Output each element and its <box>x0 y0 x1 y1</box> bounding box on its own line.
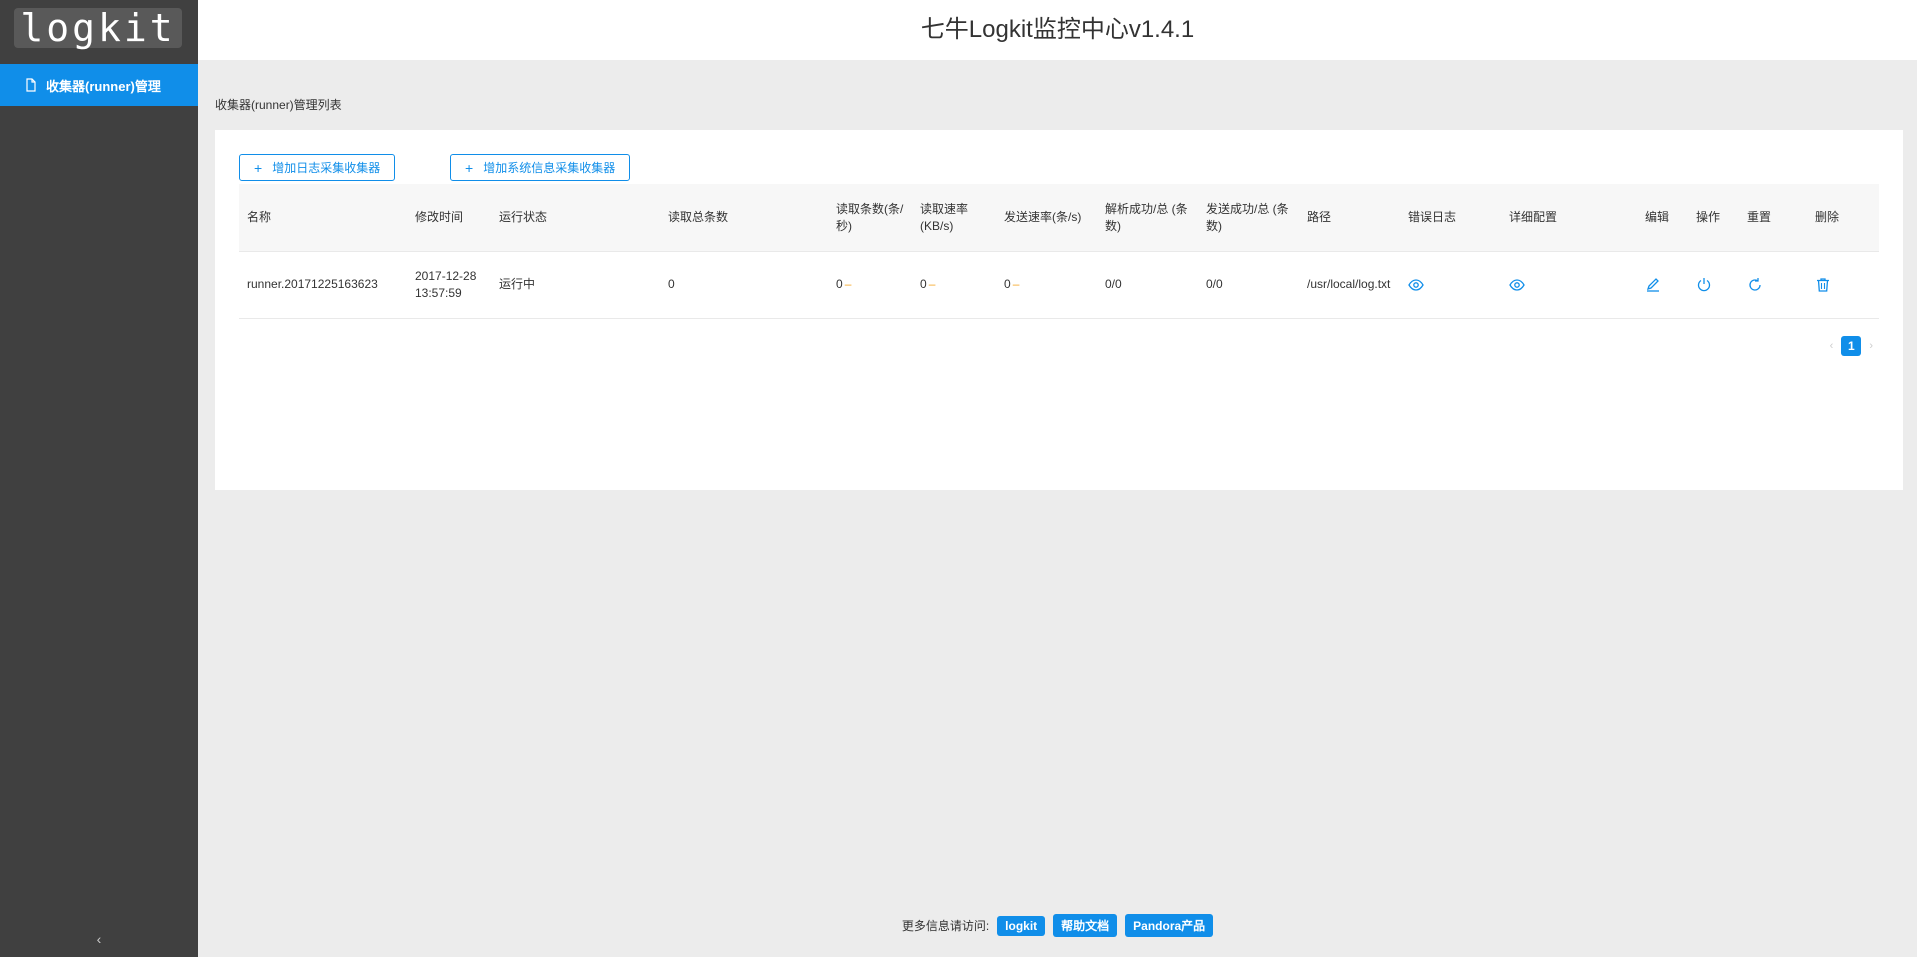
send-rate: 0– <box>996 251 1097 318</box>
column-header: 发送速率(条/s) <box>1004 210 1082 224</box>
column-header: 读取总条数 <box>668 210 729 224</box>
read-total: 0 <box>668 277 675 291</box>
power-icon[interactable] <box>1696 277 1712 293</box>
parse-success: 0/0 <box>1105 277 1122 291</box>
file-icon <box>26 78 36 92</box>
read-rate: 0– <box>828 251 912 318</box>
sidebar: logkit 收集器(runner)管理 ‹ <box>0 0 198 957</box>
footer-link-logkit[interactable]: logkit <box>997 915 1046 936</box>
table-row: runner.20171225163623 2017-12-28 13:57:5… <box>239 251 1879 319</box>
logkit-logo: logkit <box>14 8 182 48</box>
eye-icon[interactable] <box>1509 277 1525 293</box>
footer-link-help-docs[interactable]: 帮助文档 <box>1053 914 1118 937</box>
sidebar-item-label: 收集器(runner)管理 <box>46 78 161 94</box>
send-success: 0/0 <box>1206 277 1223 291</box>
trend-mark: – <box>844 277 852 291</box>
read-rate-value: 0 <box>836 277 843 291</box>
reload-icon[interactable] <box>1747 277 1763 293</box>
table-header: 名称 修改时间 运行状态 读取总条数 读取条数(条/秒) 读取速率(KB/s) … <box>239 184 1879 252</box>
column-header: 操作 <box>1696 210 1721 224</box>
chevron-right-icon[interactable]: › <box>1869 340 1873 352</box>
run-status: 运行中 <box>499 277 536 291</box>
add-log-collector-label: 增加日志采集收集器 <box>272 161 381 175</box>
add-log-collector-button[interactable]: + 增加日志采集收集器 <box>239 154 396 181</box>
column-header: 编辑 <box>1645 210 1670 224</box>
footer-text: 更多信息请访问: <box>901 919 990 933</box>
log-path: /usr/local/log.txt <box>1307 277 1391 291</box>
page-1-button[interactable]: 1 <box>1841 336 1862 356</box>
delete-cell <box>1807 251 1879 318</box>
column-header: 名称 <box>247 210 272 224</box>
plus-icon: + <box>254 159 263 176</box>
edit-icon[interactable] <box>1645 277 1661 293</box>
column-header: 读取速率(KB/s) <box>920 201 969 233</box>
detail-config-cell <box>1501 251 1637 318</box>
column-header: 读取条数(条/秒) <box>836 201 904 233</box>
operate-cell <box>1688 251 1739 318</box>
column-header: 重置 <box>1747 210 1772 224</box>
chevron-left-icon[interactable]: ‹ <box>1830 340 1834 352</box>
footer-link-pandora[interactable]: Pandora产品 <box>1125 914 1214 937</box>
runner-name: runner.20171225163623 <box>247 277 378 291</box>
trend-mark: – <box>928 277 936 291</box>
column-header: 运行状态 <box>499 210 548 224</box>
read-speed-value: 0 <box>920 277 927 291</box>
send-rate-value: 0 <box>1004 277 1011 291</box>
column-header: 错误日志 <box>1408 210 1457 224</box>
footer: 更多信息请访问: logkit 帮助文档 Pandora产品 <box>198 914 1917 937</box>
column-header: 详细配置 <box>1509 210 1558 224</box>
page-header: 七牛Logkit监控中心v1.4.1 <box>198 0 1917 60</box>
runner-list-card: + 增加日志采集收集器 + 增加系统信息采集收集器 名称 修改时间 运行状态 读… <box>215 130 1903 490</box>
trend-mark: – <box>1012 277 1020 291</box>
add-system-collector-button[interactable]: + 增加系统信息采集收集器 <box>450 154 631 181</box>
edit-cell <box>1637 251 1688 318</box>
page-title: 收集器(runner)管理列表 <box>215 98 342 112</box>
column-header: 修改时间 <box>415 210 464 224</box>
header-title: 七牛Logkit监控中心v1.4.1 <box>920 16 1195 43</box>
eye-icon[interactable] <box>1408 277 1424 293</box>
chevron-left-icon[interactable]: ‹ <box>0 931 198 947</box>
pagination: ‹ 1 › <box>1830 336 1873 356</box>
sidebar-item-runner-management[interactable]: 收集器(runner)管理 <box>0 64 198 106</box>
error-log-cell <box>1400 251 1501 318</box>
delete-icon[interactable] <box>1815 277 1831 293</box>
column-header: 发送成功/总 (条数) <box>1206 201 1289 233</box>
modified-time: 2017-12-28 13:57:59 <box>415 268 477 300</box>
column-header: 路径 <box>1307 210 1332 224</box>
column-header: 解析成功/总 (条数) <box>1105 201 1188 233</box>
reset-cell <box>1739 251 1807 318</box>
column-header: 删除 <box>1815 210 1840 224</box>
plus-icon: + <box>465 159 474 176</box>
add-system-collector-label: 增加系统信息采集收集器 <box>483 161 616 175</box>
read-speed: 0– <box>912 251 996 318</box>
